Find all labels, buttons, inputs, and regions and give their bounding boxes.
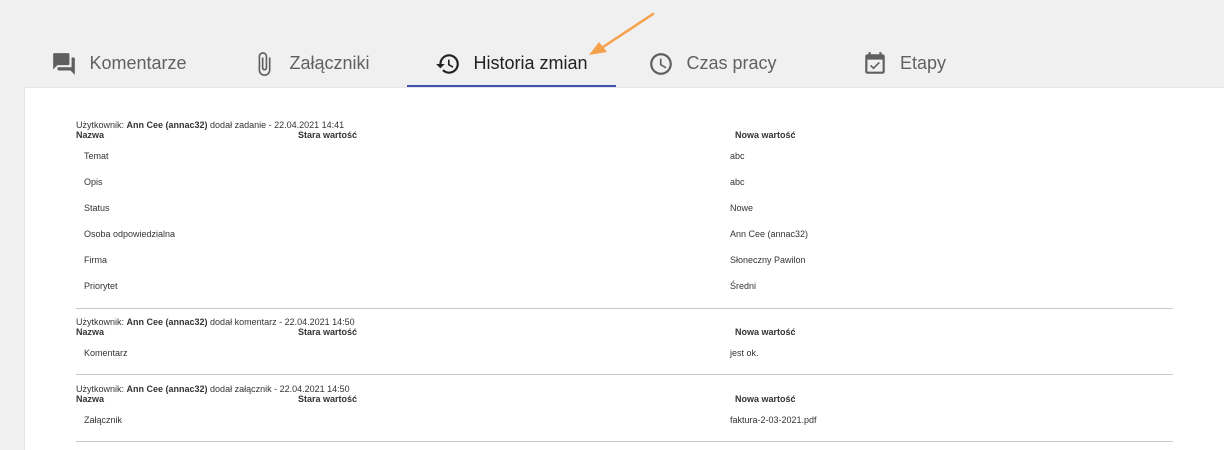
row-new-value: abc <box>730 177 745 187</box>
entry-user: Ann Cee (annac32) <box>126 384 208 394</box>
calendar-check-icon <box>862 51 888 77</box>
entry-meta: Użytkownik: Ann Cee (annac32) dodał kome… <box>76 317 355 327</box>
entry-meta: Użytkownik: Ann Cee (annac32) dodał załą… <box>76 384 350 394</box>
entry-action: dodał zadanie - 22.04.2021 14:41 <box>207 120 345 130</box>
row-new-value: Nowe <box>730 203 754 213</box>
row-new-value: Ann Cee (annac32) <box>730 229 809 239</box>
row-name: Osoba odpowiedzialna <box>84 229 176 239</box>
entry-divider <box>76 374 1173 375</box>
tab-label: Załączniki <box>289 53 370 73</box>
tab-zalaczniki[interactable]: Załączniki <box>214 40 407 87</box>
column-header-new: Nowa wartość <box>735 327 796 337</box>
tab-komentarze[interactable]: Komentarze <box>24 40 214 87</box>
paperclip-icon <box>251 51 277 77</box>
entry-user-prefix: Użytkownik: <box>76 384 127 394</box>
entry-meta: Użytkownik: Ann Cee (annac32) dodał zada… <box>76 120 344 130</box>
row-new-value: Słoneczny Pawilon <box>730 255 806 265</box>
tab-label: Etapy <box>899 53 947 73</box>
history-icon <box>435 51 461 77</box>
row-new-value: jest ok. <box>730 348 759 358</box>
tab-label: Czas pracy <box>686 53 777 73</box>
table-row: Firma Słoneczny Pawilon <box>76 255 1173 269</box>
entry-user: Ann Cee (annac32) <box>126 120 208 130</box>
column-header-old: Stara wartość <box>298 394 358 404</box>
entry-divider <box>76 441 1173 442</box>
row-new-value: abc <box>730 151 745 161</box>
row-name: Komentarz <box>84 348 128 358</box>
tab-label: Historia zmian <box>473 53 588 73</box>
history-entry: Użytkownik: Ann Cee (annac32) dodał kome… <box>76 317 1173 375</box>
entry-user-prefix: Użytkownik: <box>76 317 127 327</box>
entry-action: dodał komentarz - 22.04.2021 14:50 <box>207 317 355 327</box>
history-entry: Użytkownik: Ann Cee (annac32) dodał zada… <box>76 120 1173 309</box>
history-entry: Użytkownik: Ann Cee (annac32) dodał załą… <box>76 384 1173 442</box>
table-row: Priorytet Średni <box>76 281 1173 295</box>
history-panel: Użytkownik: Ann Cee (annac32) dodał zada… <box>24 87 1224 450</box>
entry-user-prefix: Użytkownik: <box>76 120 127 130</box>
row-new-value: Średni <box>730 281 757 291</box>
row-name: Opis <box>84 177 103 187</box>
table-row: Status Nowe <box>76 203 1173 217</box>
row-name: Status <box>84 203 110 213</box>
column-header-name: Nazwa <box>76 394 105 404</box>
row-name: Temat <box>84 151 109 161</box>
table-row: Komentarz jest ok. <box>76 348 1173 362</box>
row-new-value: faktura-2-03-2021.pdf <box>730 415 817 425</box>
column-header-new: Nowa wartość <box>735 394 796 404</box>
annotation-arrow <box>589 12 655 55</box>
row-name: Priorytet <box>84 281 118 291</box>
column-header-name: Nazwa <box>76 327 105 337</box>
comment-icon <box>51 51 77 77</box>
table-row: Załącznik faktura-2-03-2021.pdf <box>76 415 1173 429</box>
column-header-name: Nazwa <box>76 130 105 140</box>
row-name: Załącznik <box>84 415 123 425</box>
tab-etapy[interactable]: Etapy <box>809 40 999 87</box>
table-row: Opis abc <box>76 177 1173 191</box>
row-name: Firma <box>84 255 107 265</box>
entry-divider <box>76 308 1173 309</box>
table-row: Osoba odpowiedzialna Ann Cee (annac32) <box>76 229 1173 243</box>
column-header-old: Stara wartość <box>298 130 358 140</box>
entry-action: dodał załącznik - 22.04.2021 14:50 <box>207 384 350 394</box>
column-header-new: Nowa wartość <box>735 130 796 140</box>
tab-label: Komentarze <box>89 53 187 73</box>
column-header-old: Stara wartość <box>298 327 358 337</box>
entry-user: Ann Cee (annac32) <box>126 317 208 327</box>
table-row: Temat abc <box>76 151 1173 165</box>
